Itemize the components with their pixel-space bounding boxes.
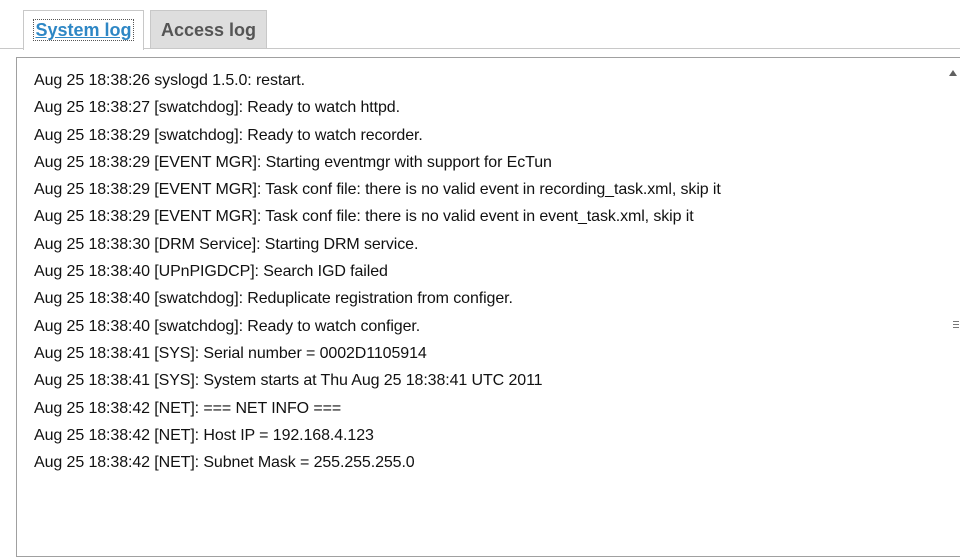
tab-system-log-label: System log bbox=[33, 19, 134, 41]
log-line: Aug 25 18:38:29 [swatchdog]: Ready to wa… bbox=[34, 126, 423, 144]
log-line: Aug 25 18:38:42 [NET]: === NET INFO === bbox=[34, 399, 342, 417]
log-lines: Aug 25 18:38:26 syslogd 1.5.0: restart. A… bbox=[34, 67, 721, 476]
log-line: Aug 25 18:38:29 [EVENT MGR]: Starting ev… bbox=[34, 153, 552, 171]
scroll-up-arrow-icon[interactable] bbox=[949, 70, 957, 76]
log-line: Aug 25 18:38:41 [SYS]: System starts at … bbox=[34, 372, 543, 390]
log-line: Aug 25 18:38:29 [EVENT MGR]: Task conf f… bbox=[34, 208, 694, 226]
log-line: Aug 25 18:38:29 [EVENT MGR]: Task conf f… bbox=[34, 181, 721, 199]
log-line: Aug 25 18:38:41 [SYS]: Serial number = 0… bbox=[34, 344, 427, 362]
log-line: Aug 25 18:38:42 [NET]: Host IP = 192.168… bbox=[34, 426, 374, 444]
log-line: Aug 25 18:38:27 [swatchdog]: Ready to wa… bbox=[34, 99, 400, 117]
log-line: Aug 25 18:38:40 [swatchdog]: Ready to wa… bbox=[34, 317, 421, 335]
log-line: Aug 25 18:38:30 [DRM Service]: Starting … bbox=[34, 235, 419, 253]
tab-system-log[interactable]: System log bbox=[23, 10, 144, 50]
log-tab-bar: System log Access log bbox=[0, 0, 960, 51]
log-line: Aug 25 18:38:40 [UPnPIGDCP]: Search IGD … bbox=[34, 263, 388, 281]
tab-bar-divider bbox=[0, 48, 960, 49]
log-line: Aug 25 18:38:26 syslogd 1.5.0: restart. bbox=[34, 72, 305, 89]
system-log-textarea[interactable]: Aug 25 18:38:26 syslogd 1.5.0: restart. A… bbox=[16, 57, 960, 557]
log-scrollbar[interactable] bbox=[941, 58, 960, 543]
tab-access-log-label: Access log bbox=[160, 20, 257, 40]
log-line: Aug 25 18:38:42 [NET]: Subnet Mask = 255… bbox=[34, 454, 415, 472]
log-line: Aug 25 18:38:40 [swatchdog]: Reduplicate… bbox=[34, 290, 513, 308]
tab-access-log[interactable]: Access log bbox=[150, 10, 267, 48]
scroll-grip-icon[interactable] bbox=[953, 321, 959, 328]
